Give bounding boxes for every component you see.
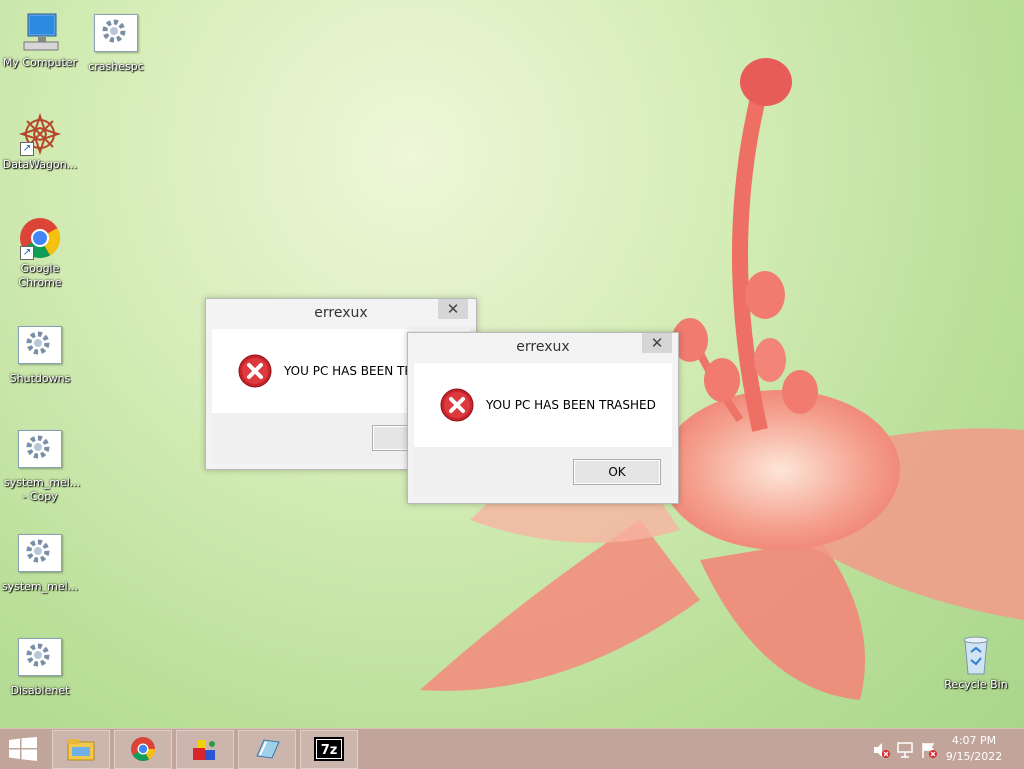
app-cubes-icon [193,740,215,760]
action-center-icon[interactable] [920,741,938,759]
start-button[interactable] [8,737,38,761]
dialog-title: errexux [516,339,570,355]
desktop-icon-label: Shutdowns [9,372,71,385]
7zip-icon: 7z [314,737,344,761]
desktop-icon-recycle-bin[interactable]: Recycle Bin [936,632,1016,692]
gear-icon [18,326,62,370]
dialog-message: YOU PC HAS BEEN TRASHED [486,398,656,412]
taskbar-clock[interactable]: 4:07 PM 9/15/2022 [944,733,1004,765]
taskbar-file-explorer[interactable] [52,730,110,769]
volume-muted-icon[interactable] [872,741,890,759]
error-dialog-front: errexux ✕ YOU PC HAS BEEN TRASHED OK [407,332,679,504]
close-button[interactable]: ✕ [438,299,468,319]
desktop-icon-label: crashespc [88,60,144,73]
dialog-footer: OK [414,447,672,497]
error-icon [440,388,474,422]
network-icon[interactable] [896,741,914,759]
taskbar: 7z 4:07 PM 9/15/2022 [0,728,1024,769]
gear-icon [18,638,62,682]
taskbar-notepad[interactable] [238,730,296,769]
desktop-icon-disablenet[interactable]: Disablenet [0,634,80,698]
notepad-icon [256,739,280,759]
error-icon [238,354,272,388]
system-tray [868,729,948,769]
computer-icon [18,10,62,54]
gear-icon [18,534,62,578]
desktop-icon-label: My Computer [2,56,78,69]
desktop-icon-label: DataWagon... [2,158,78,171]
shortcut-arrow-icon: ↗ [20,142,34,156]
clock-time: 4:07 PM [951,734,997,747]
taskbar-app-cubes[interactable] [176,730,234,769]
desktop-icon-label: Disablenet [10,684,70,697]
desktop-icon-crashespc[interactable]: crashespc [76,10,156,74]
clock-date: 9/15/2022 [945,750,1003,763]
close-button[interactable]: ✕ [642,333,672,353]
datawagon-icon: ↗ [18,112,62,156]
desktop-icon-my-computer[interactable]: My Computer [0,10,80,70]
dialog-titlebar[interactable]: errexux ✕ [206,299,476,329]
desktop-icon-google-chrome[interactable]: ↗ Google Chrome [0,216,80,290]
dialog-titlebar[interactable]: errexux ✕ [408,333,678,363]
gear-icon [18,430,62,474]
shortcut-arrow-icon: ↗ [20,246,34,260]
desktop-icon-label: system_mel... [1,580,79,593]
file-explorer-icon [67,739,95,761]
taskbar-7zip[interactable]: 7z [300,730,358,769]
chrome-icon [131,737,155,762]
recycle-bin-icon [954,632,998,676]
desktop-icon-label: Recycle Bin [944,678,1008,691]
desktop-icon-datawagon[interactable]: ↗ DataWagon... [0,112,80,172]
ok-button[interactable]: OK [573,459,661,485]
desktop-icon-label: system_mel... - Copy [4,476,81,503]
desktop-icon-system-mel[interactable]: system_mel... [0,530,80,594]
svg-text:7z: 7z [321,743,338,758]
desktop-icon-shutdowns[interactable]: Shutdowns [0,322,80,386]
gear-icon [94,14,138,58]
windows-logo-icon [9,737,37,761]
dialog-title: errexux [314,305,368,321]
dialog-body: YOU PC HAS BEEN TRASHED [414,363,672,447]
desktop-icon-label: Google Chrome [18,262,62,289]
desktop-icon-system-mel-copy[interactable]: system_mel... - Copy [0,426,80,504]
chrome-icon: ↗ [18,216,62,260]
taskbar-chrome[interactable] [114,730,172,769]
